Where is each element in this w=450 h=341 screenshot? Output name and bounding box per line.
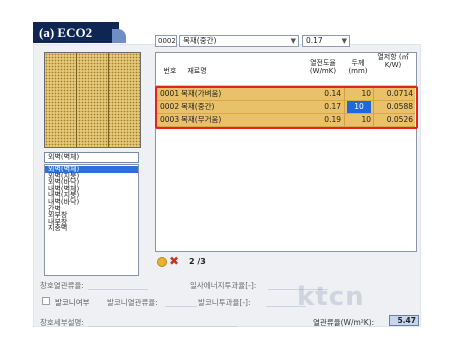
material-table: 번호 재료명 열전도율 (W/mK) 두께 (mm) 열저항 (㎡ K/W) 0… xyxy=(155,52,417,252)
total-resistance-value: 5.47 xyxy=(389,315,419,326)
header-name: 재료명 xyxy=(187,67,207,75)
caption-decoration xyxy=(112,29,126,43)
total-resistance-label: 열관류율(W/m²K): xyxy=(313,318,375,327)
material-code-field[interactable]: 0002 xyxy=(155,35,177,47)
header-conductivity: 열전도율 (W/mK) xyxy=(309,59,337,75)
material-name-dropdown[interactable]: 목재(중간) ▼ xyxy=(179,35,299,47)
material-name-value: 목재(중간) xyxy=(183,36,217,45)
page-indicator: 2 /3 xyxy=(189,257,206,266)
balcony-transmittance-label: 발코니투과율[-]: xyxy=(198,298,251,307)
balcony-resistance-field[interactable] xyxy=(165,306,197,307)
balcony-check-label: 발코니여부 xyxy=(55,298,90,307)
figure-caption: (a) ECO2 xyxy=(33,22,119,43)
header-no: 번호 xyxy=(163,67,177,75)
circle-icon[interactable] xyxy=(157,257,167,267)
texture-seam xyxy=(108,53,109,147)
window-detail-label: 창호세부설명: xyxy=(40,318,84,327)
annotation-frame xyxy=(155,86,418,129)
balcony-resistance-label: 발코니열관류율: xyxy=(107,298,158,307)
chevron-down-icon: ▼ xyxy=(341,37,347,45)
thickness-value: 0.17 xyxy=(306,36,323,45)
thickness-dropdown[interactable]: 0.17 ▼ xyxy=(302,35,350,47)
chevron-down-icon: ▼ xyxy=(290,37,296,45)
window-resistance-field[interactable] xyxy=(88,289,148,290)
balcony-checkbox[interactable] xyxy=(42,297,50,305)
texture-seam xyxy=(76,53,77,147)
window-resistance-label: 창호열관류율: xyxy=(40,281,84,290)
category-list-item[interactable]: 지중벽 xyxy=(45,225,138,232)
window-detail-field[interactable] xyxy=(88,326,238,327)
delete-icon[interactable]: ✖ xyxy=(169,254,179,268)
category-listbox[interactable]: 외벽(벽체) 외벽(지붕) 외벽(바닥) 내벽(벽체) 내벽(지붕) 내벽(바닥) 간벽 외부… xyxy=(44,164,139,276)
material-texture-preview xyxy=(44,52,141,148)
header-thickness: 두께 (mm) xyxy=(348,59,368,75)
header-resistance: 열저항 (㎡ K/W) xyxy=(377,53,409,69)
solar-transmittance-label: 일사에너지투과율[-]: xyxy=(190,281,257,290)
watermark-logo: ktcn xyxy=(297,282,365,312)
category-combo[interactable]: 외벽(벽체) xyxy=(44,152,139,163)
